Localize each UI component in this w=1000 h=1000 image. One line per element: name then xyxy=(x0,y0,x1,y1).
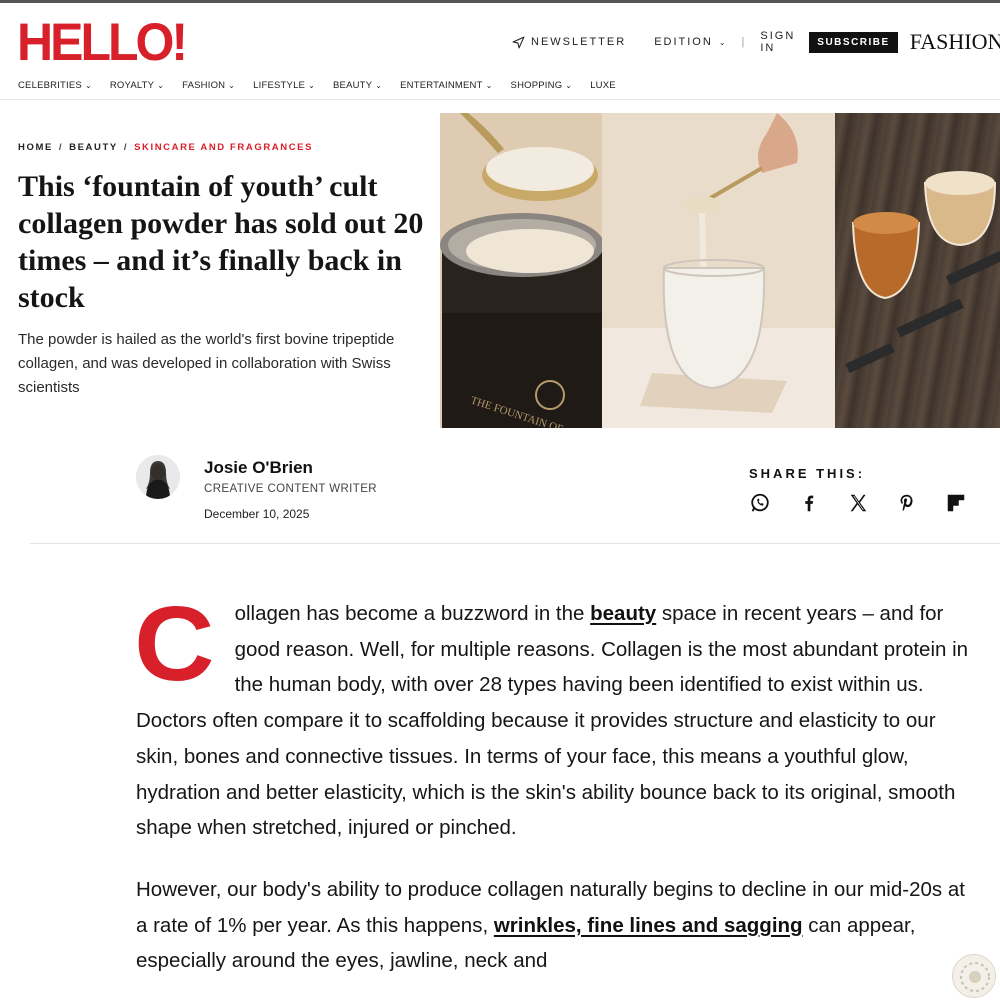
edition-label: EDITION xyxy=(654,36,713,48)
chevron-down-icon: ⌄ xyxy=(718,37,728,47)
chevron-down-icon: ⌄ xyxy=(228,81,236,90)
nav-item-royalty[interactable]: ROYALTY ⌄ xyxy=(110,80,164,91)
breadcrumb-current[interactable]: SKINCARE AND FRAGRANCES xyxy=(134,142,313,153)
nav-label: SHOPPING xyxy=(510,80,563,91)
nav-label: LIFESTYLE xyxy=(253,80,306,91)
nav-label: ENTERTAINMENT xyxy=(400,80,483,91)
paragraph-2: However, our body's ability to produce c… xyxy=(136,872,976,979)
share-label: SHARE THIS: xyxy=(749,466,866,481)
fashion-logo[interactable]: FASHION xyxy=(910,29,1000,55)
chevron-down-icon: ⌄ xyxy=(565,81,573,90)
breadcrumb: HOME / BEAUTY / SKINCARE AND FRAGRANCES xyxy=(18,142,313,153)
wrinkles-link[interactable]: wrinkles, fine lines and sagging xyxy=(494,914,803,937)
nav-item-celebrities[interactable]: CELEBRITIES ⌄ xyxy=(18,80,92,91)
publish-date: December 10, 2025 xyxy=(204,507,310,521)
article-headline: This ‘fountain of youth’ cult collagen p… xyxy=(18,170,424,314)
whatsapp-icon[interactable] xyxy=(749,493,798,513)
edition-dropdown[interactable]: EDITION ⌄ xyxy=(654,36,727,48)
nav-item-beauty[interactable]: BEAUTY ⌄ xyxy=(333,80,382,91)
facebook-icon[interactable] xyxy=(798,493,847,513)
nav-item-lifestyle[interactable]: LIFESTYLE ⌄ xyxy=(253,80,315,91)
breadcrumb-separator: / xyxy=(58,142,64,153)
newsletter-link[interactable]: NEWSLETTER xyxy=(512,36,626,49)
ornament-badge-icon xyxy=(952,954,996,998)
p1-text-b: space in recent years – and for good rea… xyxy=(136,602,969,840)
nav-item-entertainment[interactable]: ENTERTAINMENT ⌄ xyxy=(400,80,492,91)
p1-text-a: ollagen has become a buzzword in the xyxy=(234,602,591,625)
chevron-down-icon: ⌄ xyxy=(485,81,493,90)
collagen-jar-illustration: THE FOUNTAIN OF xyxy=(440,113,602,428)
pinterest-icon[interactable] xyxy=(896,493,945,513)
nav-label: ROYALTY xyxy=(109,80,155,91)
water-glass-illustration xyxy=(602,113,835,428)
hero-panel-glass xyxy=(602,113,835,428)
hero-image: THE FOUNTAIN OF xyxy=(440,113,1000,428)
newsletter-label: NEWSLETTER xyxy=(531,36,627,48)
hero-panel-drinks xyxy=(835,113,1000,428)
main-nav: CELEBRITIES ⌄ ROYALTY ⌄ FASHION ⌄ LIFESTYLE… xyxy=(18,80,616,91)
utility-bar: NEWSLETTER EDITION ⌄ | SIGN IN SUBSCRIBE… xyxy=(512,29,1000,55)
hero-panel-jar: THE FOUNTAIN OF xyxy=(440,113,602,428)
share-block: SHARE THIS: xyxy=(749,466,989,512)
paragraph-1: Collagen has become a buzzword in the be… xyxy=(134,585,976,846)
flipboard-icon[interactable] xyxy=(945,493,994,513)
breadcrumb-beauty[interactable]: BEAUTY xyxy=(69,142,118,153)
divider xyxy=(30,543,1000,544)
nav-label: CELEBRITIES xyxy=(18,80,82,91)
author-role: CREATIVE CONTENT WRITER xyxy=(204,483,377,495)
send-icon xyxy=(512,36,525,48)
nav-label: BEAUTY xyxy=(333,80,373,91)
author-portrait xyxy=(136,455,180,499)
article-standfirst: The powder is hailed as the world's firs… xyxy=(18,331,395,396)
chevron-down-icon: ⌄ xyxy=(157,81,165,90)
author-avatar[interactable] xyxy=(136,455,180,499)
nav-label: LUXE xyxy=(590,80,616,91)
drinks-illustration xyxy=(845,171,1000,374)
nav-label: FASHION xyxy=(182,80,226,91)
breadcrumb-separator: / xyxy=(123,142,129,153)
beauty-link[interactable]: beauty xyxy=(590,602,656,625)
share-icons xyxy=(749,493,994,513)
sign-in-link[interactable]: SIGN IN xyxy=(760,30,795,54)
x-icon[interactable] xyxy=(847,493,896,513)
nav-item-luxe[interactable]: LUXE xyxy=(590,80,616,91)
breadcrumb-home[interactable]: HOME xyxy=(18,142,53,153)
article-body: Collagen has become a buzzword in the be… xyxy=(134,585,976,1000)
chevron-down-icon: ⌄ xyxy=(84,81,92,90)
site-header: HELLO! NEWSLETTER EDITION ⌄ | SIGN IN SU… xyxy=(0,0,1000,100)
header-divider: | xyxy=(741,36,747,48)
drop-cap: C xyxy=(134,585,215,703)
subscribe-button[interactable]: SUBSCRIBE xyxy=(809,31,898,53)
nav-item-fashion[interactable]: FASHION ⌄ xyxy=(182,80,235,91)
chevron-down-icon: ⌄ xyxy=(308,81,316,90)
hello-logo[interactable]: HELLO! xyxy=(17,16,188,69)
chevron-down-icon: ⌄ xyxy=(375,81,383,90)
author-name[interactable]: Josie O'Brien xyxy=(204,458,313,478)
nav-item-shopping[interactable]: SHOPPING ⌄ xyxy=(511,80,573,91)
